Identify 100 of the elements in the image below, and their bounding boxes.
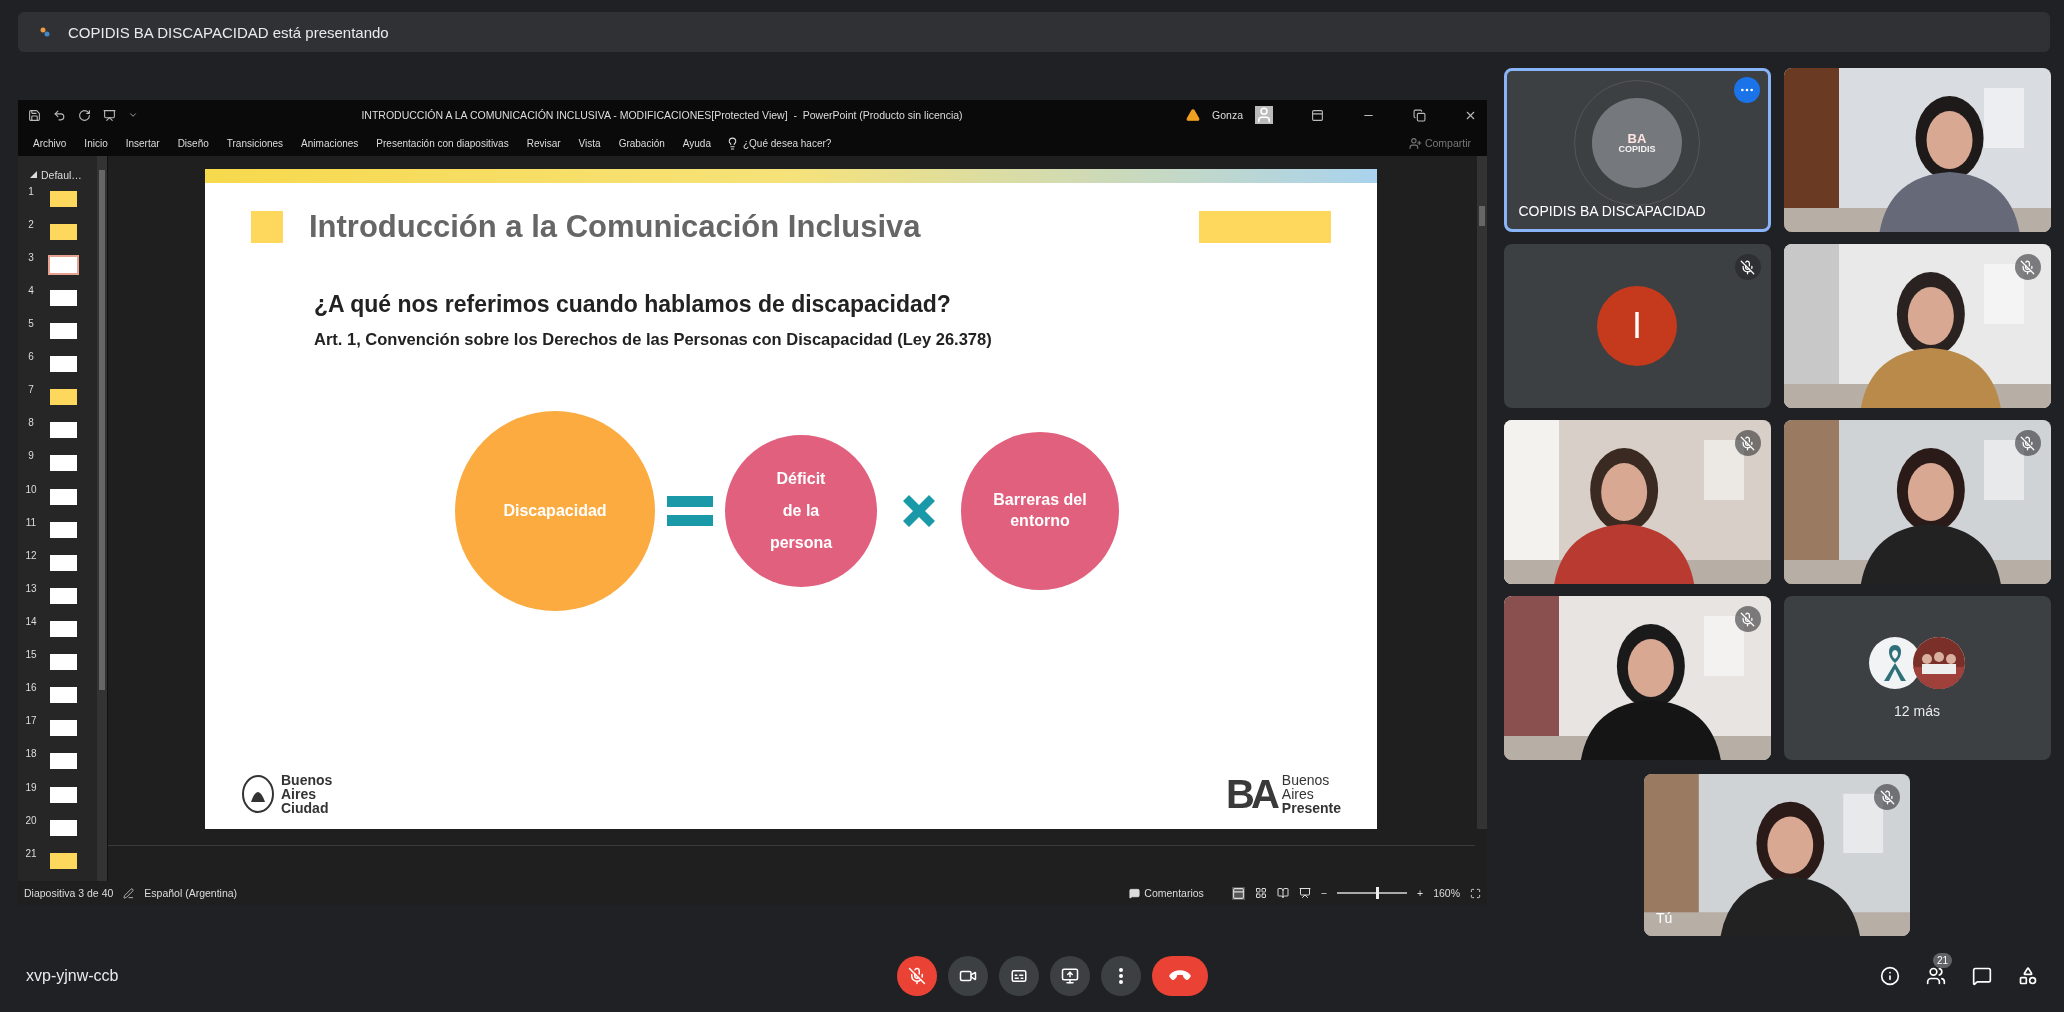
chat-icon <box>1972 966 1992 986</box>
slide-thumbnail[interactable] <box>48 652 79 673</box>
ribbon-tab[interactable]: Ayuda <box>673 137 720 149</box>
ribbon-tab[interactable]: Inicio <box>75 137 117 149</box>
zoom-in-button[interactable]: + <box>1417 887 1424 899</box>
zoom-thumb[interactable] <box>1375 887 1379 899</box>
reading-view-icon[interactable] <box>1276 887 1289 899</box>
banner-text: COPIDIS BA DISCAPACIDAD está presentando <box>68 23 389 41</box>
participant-tile[interactable]: I <box>1503 244 1771 408</box>
muted-mic-icon <box>1879 789 1895 805</box>
slide-thumbnail[interactable] <box>48 552 79 573</box>
slideshow-view-icon[interactable] <box>1298 887 1311 899</box>
people-icon <box>1926 966 1946 986</box>
slide-number: 2 <box>27 218 35 230</box>
slide-thumbnail[interactable] <box>48 619 79 639</box>
slide-thumbnail[interactable] <box>48 287 79 308</box>
slide-thumbnail[interactable] <box>48 784 79 805</box>
zoom-level: 160% <box>1433 887 1460 899</box>
info-icon <box>1880 966 1900 986</box>
slide-number: 18 <box>24 748 38 760</box>
ribbon-options-icon[interactable] <box>1311 108 1324 122</box>
participant-tile[interactable]: 12 más <box>1783 596 2051 760</box>
captions-button[interactable] <box>998 956 1039 996</box>
multiply-icon <box>901 493 937 529</box>
slide-number: 20 <box>24 814 38 826</box>
redo-icon[interactable] <box>78 108 91 122</box>
normal-view-icon[interactable] <box>1231 886 1245 900</box>
slide-number: 14 <box>24 616 38 627</box>
fit-slide-icon[interactable] <box>1470 887 1481 899</box>
slide-thumbnail[interactable] <box>48 254 79 275</box>
slide-thumbnail[interactable] <box>48 188 79 209</box>
participant-tile[interactable]: BA COPIDIS COPIDIS BA DISCAPACIDAD <box>1503 68 1771 232</box>
more-options-button[interactable] <box>1733 77 1760 103</box>
slide-title: Introducción a la Comunicación Inclusiva <box>309 209 921 245</box>
zoom-out-button[interactable]: − <box>1320 887 1327 899</box>
muted-mic-icon <box>1740 259 1755 275</box>
comments-button[interactable]: Comentarios <box>1144 887 1204 899</box>
slide-number: 11 <box>24 516 38 528</box>
muted-mic-icon <box>1740 611 1755 627</box>
people-button[interactable] <box>1926 966 1946 986</box>
slide-thumbnail[interactable] <box>48 718 79 739</box>
microphone-button[interactable] <box>896 956 937 996</box>
section-name: Defaul… <box>41 168 82 181</box>
ribbon-tab[interactable]: Archivo <box>24 137 76 149</box>
slide-thumbnail[interactable] <box>48 321 79 341</box>
ribbon-tab[interactable]: Transiciones <box>217 137 293 149</box>
muted-mic-icon <box>2020 259 2035 275</box>
ribbon-tab[interactable]: Animaciones <box>292 137 368 149</box>
tell-me-field[interactable]: ¿Qué desea hacer? <box>738 137 841 149</box>
slide-question: ¿A qué nos referimos cuando hablamos de discapacidad? <box>314 291 952 318</box>
slide-thumbnail[interactable] <box>48 817 79 838</box>
activities-button[interactable] <box>2018 966 2038 986</box>
undo-icon[interactable] <box>53 108 66 122</box>
slide-reference: Art. 1, Convención sobre los Derechos de las Personas con Discapacidad (Ley 26.378) <box>314 330 993 349</box>
circle-label: Barreras del entorno <box>993 490 1087 531</box>
presenter-logo-icon <box>40 27 50 37</box>
participant-count-badge: 21 <box>1932 953 1952 968</box>
ribbon-tab[interactable]: Insertar <box>116 137 169 149</box>
slide-number: 1 <box>27 185 35 197</box>
camera-button[interactable] <box>947 956 988 996</box>
notes-icon[interactable] <box>123 887 135 899</box>
ribbon-tab[interactable]: Grabación <box>609 137 674 149</box>
sorter-view-icon[interactable] <box>1254 887 1267 899</box>
slide-thumbnail[interactable] <box>48 685 79 706</box>
user-avatar <box>1255 106 1273 124</box>
slide-thumbnail[interactable] <box>48 751 79 772</box>
city-seal-icon <box>241 774 275 814</box>
circle-label: Déficit de la persona <box>769 469 833 553</box>
title-square <box>251 211 283 243</box>
slide-thumbnail[interactable] <box>48 387 79 408</box>
slide-thumbnail[interactable] <box>48 486 79 507</box>
slide-thumbnail[interactable] <box>48 519 79 540</box>
ribbon-tab[interactable]: Diseño <box>168 137 218 149</box>
slide-thumbnail[interactable] <box>48 221 79 242</box>
meeting-code: xvp-yjnw-ccb <box>26 967 120 985</box>
share-icon <box>1408 136 1422 150</box>
share-button[interactable]: Compartir <box>1424 137 1471 149</box>
save-icon[interactable] <box>28 108 41 122</box>
slide-number: 16 <box>24 682 38 694</box>
ribbon-tab[interactable]: Revisar <box>517 137 570 149</box>
info-button[interactable] <box>1880 966 1900 986</box>
collapse-icon[interactable] <box>30 171 37 179</box>
slide-thumbnail[interactable] <box>48 850 79 871</box>
slide-thumbnail[interactable] <box>48 585 79 606</box>
more-button[interactable] <box>1100 956 1141 996</box>
present-button[interactable] <box>1049 956 1090 996</box>
slide-number: 19 <box>24 781 38 793</box>
restore-icon[interactable] <box>1413 108 1426 122</box>
leave-call-button[interactable] <box>1151 956 1208 996</box>
slide-thumbnail[interactable] <box>48 354 79 375</box>
ribbon-tab[interactable]: Presentación con diapositivas <box>367 137 518 149</box>
slide-number: 6 <box>27 351 35 363</box>
slide-number: 9 <box>27 450 35 462</box>
chat-button[interactable] <box>1972 966 1992 986</box>
slide-thumbnail[interactable] <box>48 453 79 474</box>
slideshow-icon[interactable] <box>103 108 116 122</box>
ribbon-tab[interactable]: Vista <box>569 137 610 149</box>
present-screen-icon <box>1060 967 1079 985</box>
slide-thumbnail[interactable] <box>48 420 79 441</box>
slide-number: 4 <box>27 284 35 296</box>
